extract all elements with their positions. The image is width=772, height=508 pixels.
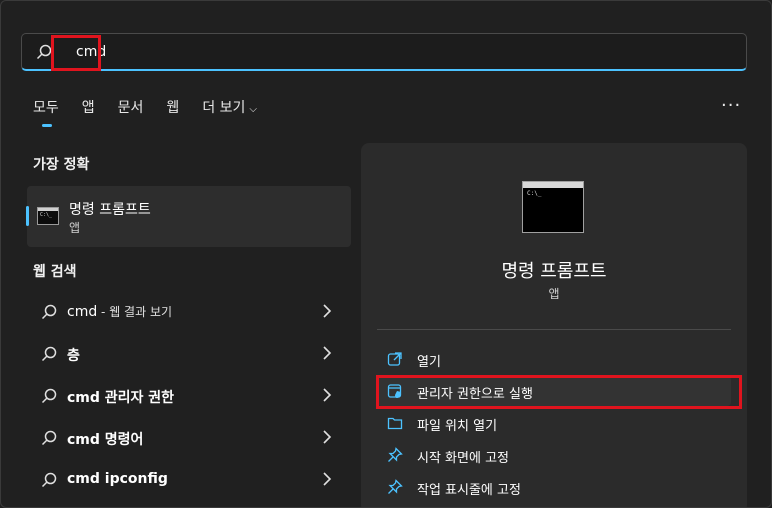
best-match-subtitle: 앱 xyxy=(69,221,81,235)
search-icon xyxy=(41,388,57,404)
tab-apps[interactable]: 앱 xyxy=(82,97,95,123)
open-external-icon xyxy=(387,352,402,366)
app-detail-panel: C:\_ 명령 프롬프트 앱 열기 관리자 권한으로 실행 파일 위치 열기 시… xyxy=(361,143,747,507)
action-label: 열기 xyxy=(417,355,441,370)
best-match-heading: 가장 정확 xyxy=(33,157,90,173)
search-highlight-box xyxy=(51,35,101,71)
web-search-heading: 웹 검색 xyxy=(33,264,77,280)
tab-more[interactable]: 더 보기 ⌵ xyxy=(202,97,257,123)
tab-all[interactable]: 모두 xyxy=(33,97,59,127)
search-icon xyxy=(41,472,57,488)
best-match-title: 명령 프롬프트 xyxy=(69,202,151,218)
web-result-item[interactable]: 층 xyxy=(27,335,351,373)
pin-icon xyxy=(388,479,403,494)
folder-icon xyxy=(387,417,403,430)
action-label: 파일 위치 열기 xyxy=(417,419,498,434)
best-match-item[interactable]: C:\_ 명령 프롬프트 앱 xyxy=(26,186,351,247)
search-icon xyxy=(41,346,57,362)
web-result-label: cmd ipconfig xyxy=(67,471,168,487)
divider xyxy=(377,329,731,330)
pin-to-taskbar-action[interactable]: 작업 표시줄에 고정 xyxy=(377,472,731,502)
open-action[interactable]: 열기 xyxy=(377,344,731,374)
search-icon xyxy=(36,44,52,60)
search-input[interactable] xyxy=(76,40,676,64)
web-result-label: cmd - 웹 결과 보기 xyxy=(67,304,173,320)
open-file-location-action[interactable]: 파일 위치 열기 xyxy=(377,408,731,438)
action-label: 시작 화면에 고정 xyxy=(417,451,509,466)
chevron-right-icon xyxy=(323,388,332,402)
search-box[interactable] xyxy=(21,33,747,71)
search-icon xyxy=(41,430,57,446)
more-options-button[interactable]: ··· xyxy=(721,95,741,116)
search-icon xyxy=(41,304,57,320)
web-result-item[interactable]: cmd - 웹 결과 보기 xyxy=(27,293,351,331)
pin-to-start-action[interactable]: 시작 화면에 고정 xyxy=(377,440,731,470)
start-search-window: 모두 앱 문서 웹 더 보기⌵ ··· 가장 정확 C:\_ 명령 프롬프트 앱… xyxy=(0,0,772,508)
chevron-right-icon xyxy=(323,472,332,486)
command-prompt-icon: C:\_ xyxy=(37,207,59,225)
chevron-right-icon xyxy=(323,430,332,444)
web-result-label: cmd 명령어 xyxy=(67,432,144,448)
action-label: 작업 표시줄에 고정 xyxy=(417,483,521,498)
tab-web[interactable]: 웹 xyxy=(166,97,179,123)
command-prompt-icon: C:\_ xyxy=(522,181,584,233)
detail-subtitle: 앱 xyxy=(548,287,560,301)
web-result-item[interactable]: cmd ipconfig xyxy=(27,461,351,499)
web-result-label: 층 xyxy=(67,348,80,364)
web-result-item[interactable]: cmd 명령어 xyxy=(27,419,351,457)
pin-icon xyxy=(388,447,403,462)
web-result-label: cmd 관리자 권한 xyxy=(67,390,175,406)
run-as-admin-highlight-box xyxy=(376,375,742,409)
selection-indicator xyxy=(26,206,29,226)
filter-tabs: 모두 앱 문서 웹 더 보기 ⌵ xyxy=(33,97,280,127)
chevron-down-icon: ⌵ xyxy=(249,104,257,115)
tab-documents[interactable]: 문서 xyxy=(118,97,144,123)
web-result-item[interactable]: cmd 관리자 권한 xyxy=(27,377,351,415)
chevron-right-icon xyxy=(323,346,332,360)
chevron-right-icon xyxy=(323,304,332,318)
detail-title: 명령 프롬프트 xyxy=(501,261,607,282)
